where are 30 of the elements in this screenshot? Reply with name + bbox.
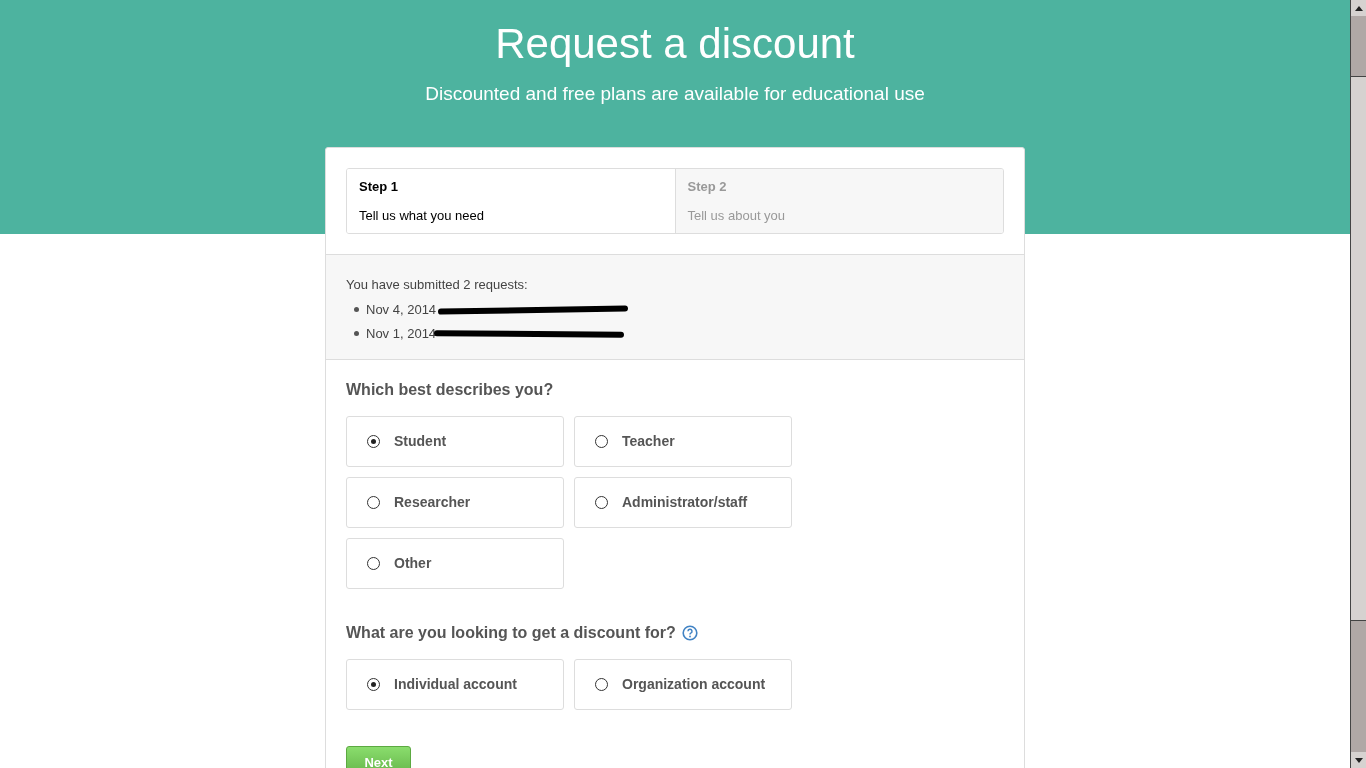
option-card[interactable]: Researcher (346, 477, 564, 528)
option-card[interactable]: Individual account (346, 659, 564, 710)
down-arrow-icon (1354, 757, 1363, 763)
help-icon[interactable] (681, 625, 698, 641)
up-arrow-icon (1354, 5, 1363, 11)
radio-button[interactable] (595, 678, 608, 691)
scroll-down-button[interactable] (1351, 752, 1366, 768)
scroll-thumb[interactable] (1351, 76, 1366, 621)
option-card[interactable]: Student (346, 416, 564, 467)
bullet-icon (354, 307, 359, 312)
option-card[interactable]: Administrator/staff (574, 477, 792, 528)
option-card[interactable]: Teacher (574, 416, 792, 467)
question-label: Which best describes you? (346, 380, 554, 400)
page-title: Request a discount (495, 20, 855, 68)
option-card[interactable]: Other (346, 538, 564, 589)
scroll-up-button[interactable] (1351, 0, 1366, 16)
bullet-icon (354, 331, 359, 336)
radio-button[interactable] (367, 496, 380, 509)
requests-summary: You have submitted 2 requests: (346, 276, 529, 294)
radio-button[interactable] (367, 435, 380, 448)
radio-button[interactable] (367, 557, 380, 570)
question-label: What are you looking to get a discount for? (346, 623, 676, 643)
page-subtitle: Discounted and free plans are available for educational use (425, 82, 925, 106)
request-date: Nov 4, 2014 (366, 300, 437, 319)
radio-button[interactable] (595, 435, 608, 448)
radio-button[interactable] (367, 678, 380, 691)
radio-button[interactable] (595, 496, 608, 509)
option-card[interactable]: Organization account (574, 659, 792, 710)
scrollbar[interactable] (1350, 0, 1366, 768)
request-date: Nov 1, 2014 (366, 324, 437, 343)
